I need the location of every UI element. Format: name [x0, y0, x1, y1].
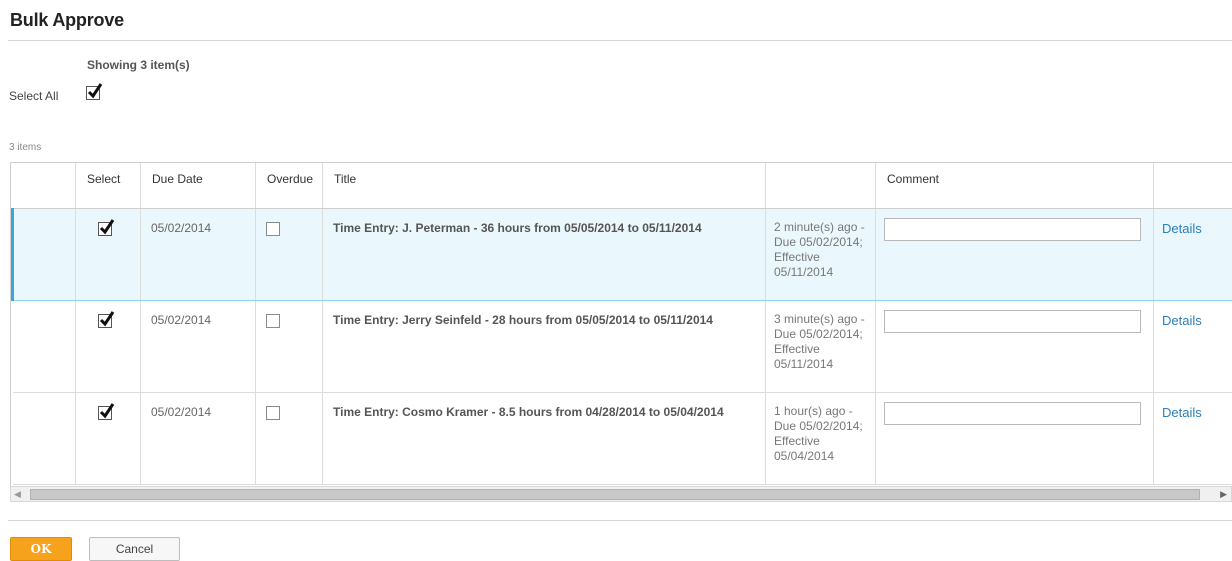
checkmark-icon — [98, 406, 112, 420]
col-header-blank — [13, 163, 76, 208]
comment-input[interactable] — [884, 310, 1141, 333]
page-title: Bulk Approve — [10, 10, 124, 31]
title-divider — [8, 40, 1232, 41]
footer-divider — [8, 520, 1232, 521]
approval-grid: Select Due Date Overdue Title Comment 05… — [10, 162, 1232, 486]
col-header-due-date[interactable]: Due Date — [141, 163, 256, 208]
horizontal-scrollbar[interactable]: ◀ ▶ — [10, 486, 1232, 502]
ok-button[interactable]: OK — [10, 537, 72, 561]
scroll-left-arrow-icon[interactable]: ◀ — [14, 489, 21, 500]
empty-checkbox-icon — [266, 222, 280, 236]
item-count: 3 items — [9, 142, 41, 153]
table-row[interactable]: 05/02/2014 Time Entry: J. Peterman - 36 … — [13, 208, 1232, 300]
col-header-title[interactable]: Title — [323, 163, 766, 208]
item-status: 3 minute(s) ago - Due 05/02/2014; Effect… — [766, 300, 876, 392]
checkmark-icon — [98, 314, 112, 328]
table-row[interactable]: 05/02/2014 Time Entry: Cosmo Kramer - 8.… — [13, 392, 1232, 484]
scrollbar-thumb[interactable] — [30, 489, 1200, 500]
details-cell: Details — [1154, 392, 1232, 484]
col-header-comment[interactable]: Comment — [876, 163, 1154, 208]
table-row[interactable]: 05/02/2014 Time Entry: Jerry Seinfeld - … — [13, 300, 1232, 392]
item-title: Time Entry: Cosmo Kramer - 8.5 hours fro… — [323, 392, 766, 484]
col-header-status — [766, 163, 876, 208]
col-header-overdue[interactable]: Overdue — [256, 163, 323, 208]
comment-cell — [876, 392, 1154, 484]
checkmark-icon — [86, 86, 100, 100]
row-select-checkbox[interactable] — [76, 392, 141, 484]
showing-count: Showing 3 item(s) — [87, 58, 190, 72]
row-select-checkbox[interactable] — [76, 208, 141, 300]
select-all-checkbox[interactable] — [86, 86, 100, 105]
select-all-label: Select All — [9, 89, 58, 103]
col-header-select[interactable]: Select — [76, 163, 141, 208]
overdue-checkbox — [256, 392, 323, 484]
overdue-checkbox — [256, 300, 323, 392]
comment-input[interactable] — [884, 402, 1141, 425]
empty-checkbox-icon — [266, 314, 280, 328]
overdue-checkbox — [256, 208, 323, 300]
empty-checkbox-icon — [266, 406, 280, 420]
row-indicator — [13, 300, 76, 392]
due-date: 05/02/2014 — [141, 392, 256, 484]
cancel-button[interactable]: Cancel — [89, 537, 180, 561]
item-title: Time Entry: J. Peterman - 36 hours from … — [323, 208, 766, 300]
row-indicator — [13, 392, 76, 484]
details-link[interactable]: Details — [1162, 221, 1202, 236]
row-select-checkbox[interactable] — [76, 300, 141, 392]
due-date: 05/02/2014 — [141, 208, 256, 300]
details-cell: Details — [1154, 300, 1232, 392]
item-title: Time Entry: Jerry Seinfeld - 28 hours fr… — [323, 300, 766, 392]
details-link[interactable]: Details — [1162, 405, 1202, 420]
details-link[interactable]: Details — [1162, 313, 1202, 328]
row-indicator — [13, 208, 76, 300]
grid-header-row: Select Due Date Overdue Title Comment — [13, 163, 1232, 208]
due-date: 05/02/2014 — [141, 300, 256, 392]
checkmark-icon — [98, 222, 112, 236]
col-header-details — [1154, 163, 1232, 208]
details-cell: Details — [1154, 208, 1232, 300]
comment-cell — [876, 300, 1154, 392]
item-status: 1 hour(s) ago - Due 05/02/2014; Effectiv… — [766, 392, 876, 484]
item-status: 2 minute(s) ago - Due 05/02/2014; Effect… — [766, 208, 876, 300]
comment-cell — [876, 208, 1154, 300]
comment-input[interactable] — [884, 218, 1141, 241]
scroll-right-arrow-icon[interactable]: ▶ — [1220, 489, 1227, 500]
